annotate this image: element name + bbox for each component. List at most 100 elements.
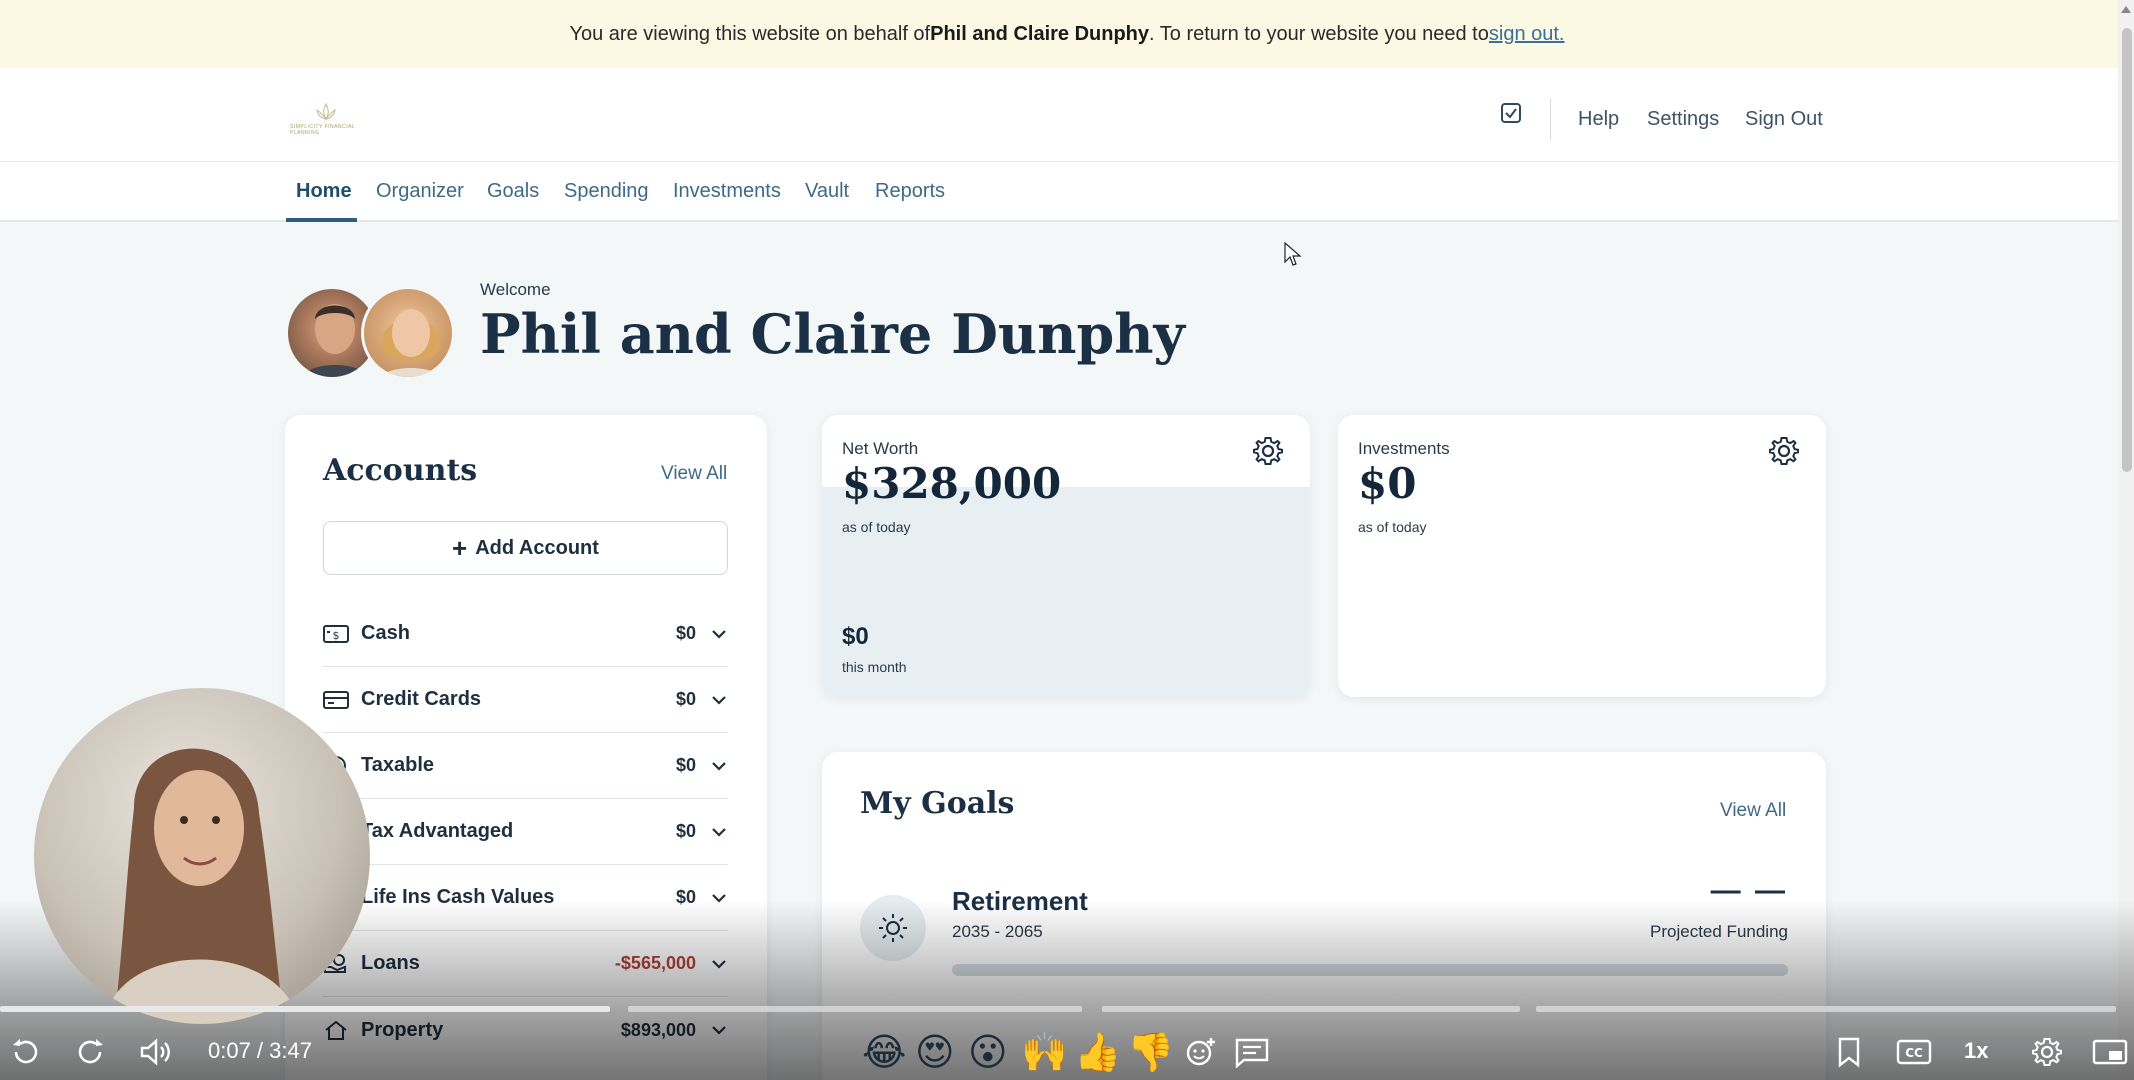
plus-icon: + xyxy=(452,532,468,563)
rewind-icon[interactable] xyxy=(8,1036,42,1068)
company-logo[interactable]: SIMPLICITY FINANCIAL PLANNING xyxy=(290,102,362,138)
tab-organizer[interactable]: Organizer xyxy=(376,180,464,203)
client-avatars xyxy=(285,286,455,380)
reaction-surprised-emoji[interactable]: 😮 xyxy=(968,1030,1008,1074)
account-row-credit-cards[interactable]: Credit Cards $0 xyxy=(323,667,728,733)
net-worth-label: Net Worth xyxy=(842,439,919,458)
bookmark-icon[interactable] xyxy=(1836,1036,1862,1068)
account-label: Taxable xyxy=(361,754,434,776)
banner-client-name: Phil and Claire Dunphy xyxy=(930,22,1150,45)
reaction-heart-eyes-emoji[interactable]: 😍 xyxy=(915,1030,955,1074)
settings-gear-icon[interactable] xyxy=(2030,1036,2064,1068)
tab-reports[interactable]: Reports xyxy=(875,180,945,203)
presenter-person-icon xyxy=(104,748,299,1024)
fast-forward-icon[interactable] xyxy=(74,1036,108,1068)
retirement-goal-icon-wrap xyxy=(860,895,926,961)
chevron-down-icon xyxy=(712,1026,726,1035)
gear-icon[interactable] xyxy=(1252,435,1284,467)
goals-view-all-link[interactable]: View All xyxy=(1720,800,1786,822)
goal-years: 2035 - 2065 xyxy=(952,922,1043,941)
video-progress-segment[interactable] xyxy=(628,1006,1082,1012)
svg-text:CC: CC xyxy=(1905,1046,1923,1060)
chevron-down-icon xyxy=(712,893,726,903)
accounts-card: Accounts View All + Add Account $ Cash $… xyxy=(285,415,767,1080)
tab-spending[interactable]: Spending xyxy=(564,180,649,203)
welcome-label: Welcome xyxy=(480,280,551,299)
investments-as-of: as of today xyxy=(1358,519,1427,535)
net-worth-month-label: this month xyxy=(842,659,907,675)
reaction-thumbs-up-emoji[interactable]: 👍 xyxy=(1074,1030,1121,1075)
volume-icon[interactable] xyxy=(138,1036,176,1068)
account-label: Credit Cards xyxy=(361,688,482,710)
closed-captions-icon[interactable]: CC xyxy=(1896,1036,1932,1068)
banner-middle: . To return to your website you need to xyxy=(1149,22,1489,45)
account-label: Loans xyxy=(361,952,420,974)
investments-value: $0 xyxy=(1358,459,1417,508)
video-progress-segment[interactable] xyxy=(1102,1006,1520,1012)
add-account-label: Add Account xyxy=(475,536,599,559)
page-scrollbar[interactable] xyxy=(2118,0,2134,1080)
picture-in-picture-icon[interactable] xyxy=(2092,1036,2128,1068)
account-value: $0 xyxy=(675,623,696,643)
property-icon xyxy=(325,1020,347,1040)
tab-home[interactable]: Home xyxy=(296,180,352,203)
account-row-cash[interactable]: $ Cash $0 xyxy=(323,601,728,667)
chevron-down-icon xyxy=(712,761,726,771)
sign-out-link[interactable]: Sign Out xyxy=(1745,108,1823,131)
account-row-life-insurance[interactable]: Life Ins Cash Values $0 xyxy=(323,865,728,931)
chevron-down-icon xyxy=(712,959,726,969)
active-tab-indicator xyxy=(286,218,357,222)
impersonation-banner: You are viewing this website on behalf o… xyxy=(0,0,2134,68)
accounts-title: Accounts xyxy=(323,453,478,488)
goals-title: My Goals xyxy=(860,786,1015,821)
investments-label: Investments xyxy=(1358,439,1450,458)
reaction-laugh-emoji[interactable]: 😂 xyxy=(862,1030,906,1074)
account-label: Cash xyxy=(361,622,410,644)
settings-link[interactable]: Settings xyxy=(1647,108,1719,131)
scroll-up-arrow-icon[interactable] xyxy=(2121,6,2131,13)
video-time: 0:07 / 3:47 xyxy=(208,1038,312,1063)
net-worth-card[interactable]: Net Worth $328,000 as of today $0 this m… xyxy=(822,415,1310,697)
account-row-taxable[interactable]: Taxable $0 xyxy=(323,733,728,799)
tab-vault[interactable]: Vault xyxy=(805,180,849,203)
gear-icon[interactable] xyxy=(1768,435,1800,467)
main-nav: Home Organizer Goals Spending Investment… xyxy=(0,162,2134,222)
reaction-thumbs-down-emoji[interactable]: 👎 xyxy=(1127,1030,1174,1075)
net-worth-value: $328,000 xyxy=(842,459,1062,508)
add-account-button[interactable]: + Add Account xyxy=(323,521,728,575)
tab-goals[interactable]: Goals xyxy=(487,180,539,203)
video-progress-segment[interactable] xyxy=(1536,1006,2116,1012)
account-label: Life Ins Cash Values xyxy=(361,886,555,908)
logo-flower-icon xyxy=(316,102,336,120)
sun-icon xyxy=(879,914,907,942)
chevron-down-icon xyxy=(712,629,726,639)
avatar-claire xyxy=(361,286,455,380)
account-value: -$565,000 xyxy=(614,953,696,973)
video-progress-played[interactable] xyxy=(0,1006,610,1012)
svg-text:$: $ xyxy=(333,629,340,642)
tab-investments[interactable]: Investments xyxy=(673,180,781,203)
credit-card-icon xyxy=(323,690,349,709)
comment-icon[interactable] xyxy=(1234,1036,1270,1068)
goal-name[interactable]: Retirement xyxy=(952,886,1088,917)
add-reaction-icon[interactable] xyxy=(1184,1036,1218,1068)
header-divider xyxy=(1550,98,1551,140)
banner-sign-out-link[interactable]: sign out. xyxy=(1489,23,1565,46)
account-value: $0 xyxy=(675,887,696,907)
chevron-down-icon xyxy=(712,827,726,837)
scrollbar-thumb[interactable] xyxy=(2122,28,2132,472)
net-worth-month-value: $0 xyxy=(842,623,869,650)
account-row-tax-advantaged[interactable]: Tax Advantaged $0 xyxy=(323,799,728,865)
account-label: Tax Advantaged xyxy=(361,820,514,842)
goal-funding-label: Projected Funding xyxy=(1650,922,1788,941)
cash-icon: $ xyxy=(323,624,349,643)
tasks-checkbox-icon[interactable] xyxy=(1500,102,1522,124)
playback-speed[interactable]: 1x xyxy=(1964,1038,1988,1064)
investments-card[interactable]: Investments $0 as of today xyxy=(1338,415,1826,697)
reaction-raised-hands-emoji[interactable]: 🙌 xyxy=(1021,1030,1068,1075)
goal-funding-value: — — xyxy=(1710,874,1788,907)
accounts-view-all-link[interactable]: View All xyxy=(661,463,727,485)
account-row-loans[interactable]: Loans -$565,000 xyxy=(323,931,728,997)
logo-text: SIMPLICITY FINANCIAL PLANNING xyxy=(290,124,356,136)
help-link[interactable]: Help xyxy=(1578,108,1619,131)
